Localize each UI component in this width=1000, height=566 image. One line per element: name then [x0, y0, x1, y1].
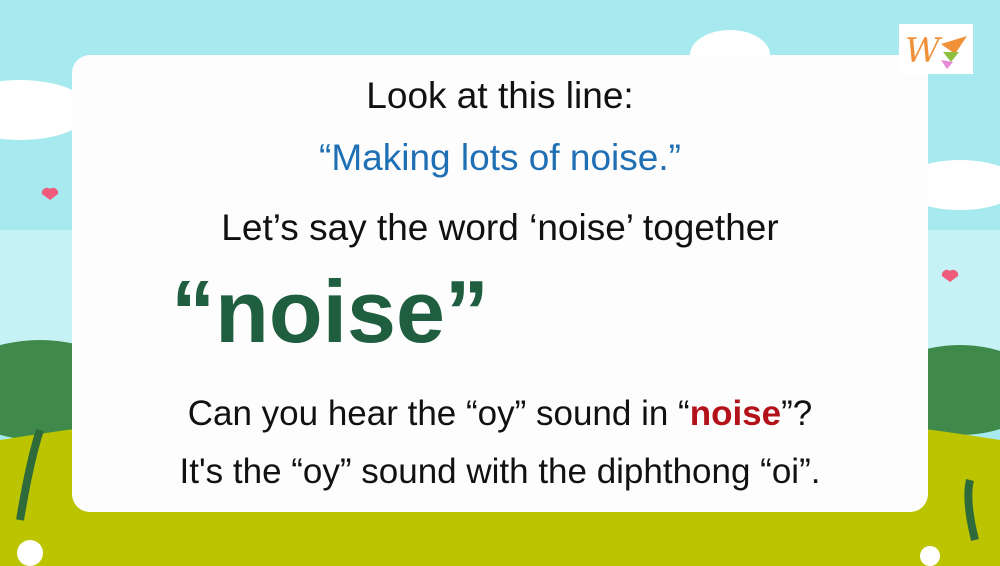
slide-stage: Look at this line: “Making lots of noise… [0, 0, 1000, 566]
brand-logo: W [899, 24, 973, 74]
explanation-text: It's the “oy” sound with the diphthong “… [179, 452, 821, 491]
logo-icon: W [905, 31, 967, 71]
focus-word: “noise” [171, 262, 489, 361]
quoted-line: “Making lots of noise.” [319, 137, 681, 178]
question-text: Can you hear the “oy” sound in “noise”? [0, 394, 1000, 434]
intro-text: Look at this line: [366, 75, 634, 116]
svg-text:W: W [905, 31, 943, 71]
highlight-word: noise [689, 394, 782, 433]
instruction-text: Let’s say the word ‘noise’ together [221, 207, 779, 248]
question-post: ”? [781, 394, 813, 433]
question-pre: Can you hear the “oy” sound in “ [187, 394, 690, 433]
